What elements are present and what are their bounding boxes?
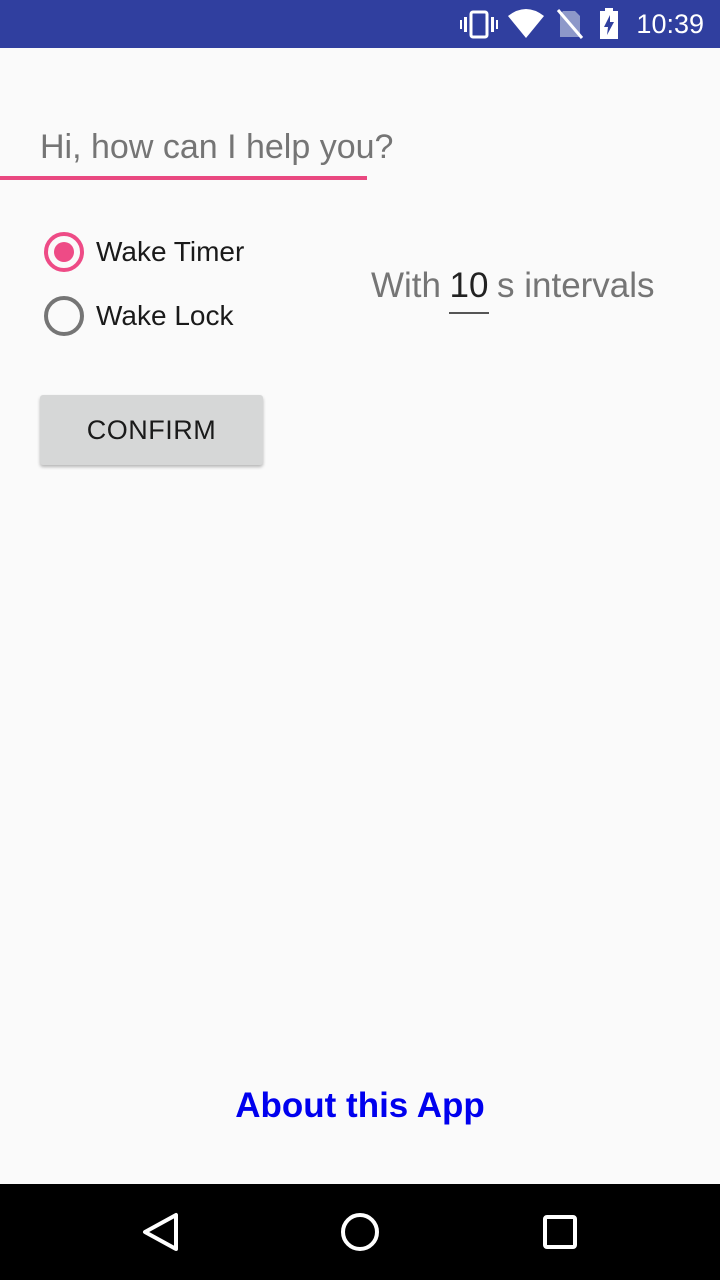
back-button[interactable] bbox=[112, 1184, 208, 1280]
confirm-button[interactable]: CONFIRM bbox=[40, 395, 263, 465]
back-icon bbox=[143, 1213, 178, 1251]
navigation-bar bbox=[0, 1184, 720, 1280]
radio-wake-timer[interactable]: Wake Timer bbox=[40, 224, 244, 280]
screen: 10:39 Wake Timer Wake Lock With 10 s int… bbox=[0, 0, 720, 1280]
home-icon bbox=[341, 1213, 379, 1251]
interval-input-underline bbox=[449, 312, 489, 314]
status-time: 10:39 bbox=[636, 9, 704, 39]
interval-value-input[interactable]: 10 bbox=[449, 262, 489, 310]
radio-wake-lock[interactable]: Wake Lock bbox=[40, 288, 233, 344]
battery-charging-icon bbox=[600, 8, 618, 39]
home-button[interactable] bbox=[312, 1184, 408, 1280]
recents-icon bbox=[543, 1215, 577, 1249]
interval-setting: With 10 s intervals bbox=[371, 262, 655, 314]
radio-label-wake-lock: Wake Lock bbox=[96, 300, 234, 331]
about-app-link[interactable]: About this App bbox=[0, 1080, 720, 1132]
interval-field[interactable]: 10 bbox=[449, 262, 489, 314]
greeting-field bbox=[40, 118, 407, 180]
greeting-input[interactable] bbox=[40, 118, 407, 176]
radio-unchecked-icon[interactable] bbox=[44, 296, 84, 336]
recents-button[interactable] bbox=[512, 1184, 608, 1280]
vibrate-icon bbox=[460, 10, 498, 39]
interval-prefix: With bbox=[371, 266, 441, 305]
interval-suffix: s intervals bbox=[497, 266, 655, 305]
status-bar: 10:39 bbox=[0, 0, 720, 48]
greeting-input-underline bbox=[0, 176, 367, 180]
no-sim-icon bbox=[556, 9, 584, 39]
wifi-icon bbox=[508, 9, 544, 38]
radio-checked-icon[interactable] bbox=[44, 232, 84, 272]
radio-dot bbox=[54, 242, 74, 262]
radio-label-wake-timer: Wake Timer bbox=[96, 236, 245, 267]
